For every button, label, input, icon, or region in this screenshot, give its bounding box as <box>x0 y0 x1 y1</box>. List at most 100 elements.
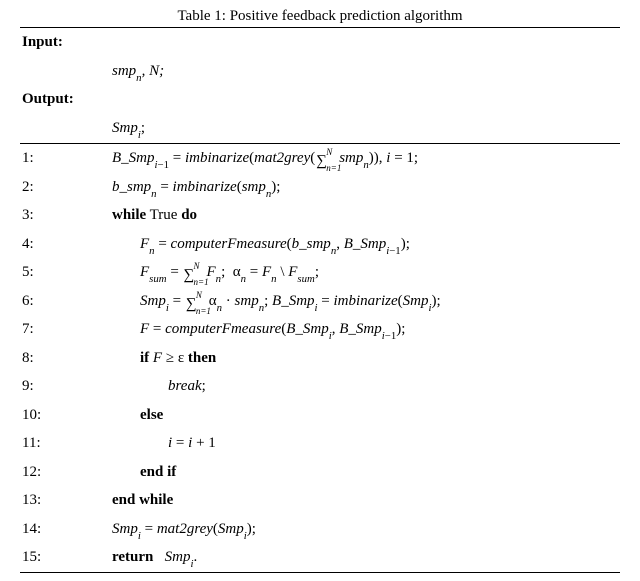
output-value-row: Smpi; <box>20 114 620 145</box>
sym: Smp <box>112 521 138 537</box>
sum-up: N <box>194 262 200 271</box>
sym: F <box>262 264 271 280</box>
sym: smp <box>339 150 363 166</box>
sum-icon: ∑Nn=1 <box>186 297 197 312</box>
sub: i <box>190 558 193 570</box>
line-number: 3: <box>20 201 112 230</box>
algo-line: 14: Smpi = mat2grey(Smpi); <box>20 515 620 544</box>
sym: Smp <box>140 293 166 309</box>
line-number: 6: <box>20 287 112 316</box>
sym: F <box>153 350 162 366</box>
sym-eps: ε <box>178 350 184 366</box>
line-number: 12: <box>20 458 112 487</box>
algo-line: 8: if F ≥ ε then <box>20 344 620 373</box>
sub: i <box>329 330 332 342</box>
algo-line: 9: break; <box>20 372 620 401</box>
sym: Smp <box>165 549 191 565</box>
fn: imbinarize <box>185 150 249 166</box>
input-label: Input <box>22 34 58 50</box>
kw-endif: end if <box>140 464 176 480</box>
output-label: Output <box>22 91 69 107</box>
algo-line: 6: Smpi = ∑Nn=1 αn · smpn; B_Smpi = imbi… <box>20 287 620 316</box>
input-smp: smp <box>112 63 136 79</box>
algo-line: 1: B_Smpi−1 = imbinarize(mat2grey(∑Nn=1 … <box>20 144 620 173</box>
output-smp: Smp <box>112 120 138 136</box>
kw-if: if <box>140 350 149 366</box>
sub: n <box>331 245 336 257</box>
sub: n <box>151 188 156 200</box>
sym: B_Smp <box>272 293 315 309</box>
sub: n <box>149 245 154 257</box>
input-smp-sub: n <box>136 72 141 84</box>
kw-else: else <box>140 407 163 423</box>
kw-true: True <box>150 207 178 223</box>
sub: n <box>216 273 221 285</box>
fn: computerFmeasure <box>165 321 281 337</box>
sub: i <box>386 245 389 257</box>
sym: Smp <box>403 293 429 309</box>
algo-line: 4: Fn = computerFmeasure(b_smpn, B_Smpi−… <box>20 230 620 259</box>
kw-while: while <box>112 207 146 223</box>
sub: n <box>259 302 264 314</box>
fn: imbinarize <box>334 293 398 309</box>
sub: sum <box>149 273 166 285</box>
sym: B_Smp <box>112 150 155 166</box>
input-tail: , N; <box>142 63 165 79</box>
sym: F <box>140 264 149 280</box>
algo-line: 5: Fsum = ∑Nn=1 Fn; αn = Fn \ Fsum; <box>20 258 620 287</box>
input-header: Input: <box>20 28 620 57</box>
sym-alpha: α <box>233 264 241 280</box>
sym: B_Smp <box>339 321 382 337</box>
sub: i <box>382 330 385 342</box>
output-header: Output: <box>20 85 620 114</box>
kw-return: return <box>112 549 153 565</box>
output-tail: ; <box>141 120 145 136</box>
sym: i <box>188 435 192 451</box>
line-number: 11: <box>20 429 112 458</box>
line-number: 4: <box>20 230 112 259</box>
algo-line: 11: i = i + 1 <box>20 429 620 458</box>
line-number: 7: <box>20 315 112 344</box>
sym: F <box>140 321 149 337</box>
sum-low-n: n <box>194 277 199 287</box>
line-number: 15: <box>20 543 112 572</box>
sub: i <box>155 159 158 171</box>
sym: b_smp <box>112 179 151 195</box>
sym: Smp <box>218 521 244 537</box>
output-smp-sub: i <box>138 129 141 141</box>
algo-line: 3: while True do <box>20 201 620 230</box>
sym: smp <box>242 179 266 195</box>
sum-up: N <box>326 148 332 157</box>
sym: smp <box>235 293 259 309</box>
line-number: 13: <box>20 486 112 515</box>
sum-icon: ∑Nn=1 <box>316 154 327 169</box>
sub: i <box>244 530 247 542</box>
algo-line: 7: F = computerFmeasure(B_Smpi, B_Smpi−1… <box>20 315 620 344</box>
sub: i <box>138 530 141 542</box>
sub: i <box>315 302 318 314</box>
fn: imbinarize <box>173 179 237 195</box>
sub: n <box>363 159 368 171</box>
line-number: 9: <box>20 372 112 401</box>
algo-line: 12: end if <box>20 458 620 487</box>
algo-line: 2: b_smpn = imbinarize(smpn); <box>20 173 620 202</box>
kw-endwhile: end while <box>112 492 173 508</box>
fn: mat2grey <box>254 150 310 166</box>
algo-line: 13: end while <box>20 486 620 515</box>
algo-line: 10: else <box>20 401 620 430</box>
sum-low-n: n <box>196 306 201 316</box>
sum-low-n: n <box>326 163 331 173</box>
sub: n <box>266 188 271 200</box>
line-number: 1: <box>20 144 112 173</box>
sum-up: N <box>196 291 202 300</box>
sub: sum <box>297 273 314 285</box>
table-caption: Table 1: Positive feedback prediction al… <box>20 8 620 25</box>
fn: computerFmeasure <box>171 236 287 252</box>
fn: mat2grey <box>157 521 213 537</box>
line-number: 10: <box>20 401 112 430</box>
line-number: 8: <box>20 344 112 373</box>
sub: i <box>429 302 432 314</box>
line-number: 2: <box>20 173 112 202</box>
algorithm-box: Input: smpn, N; Output: Smpi; 1: B_Smpi−… <box>20 27 620 573</box>
sym: B_Smp <box>286 321 329 337</box>
